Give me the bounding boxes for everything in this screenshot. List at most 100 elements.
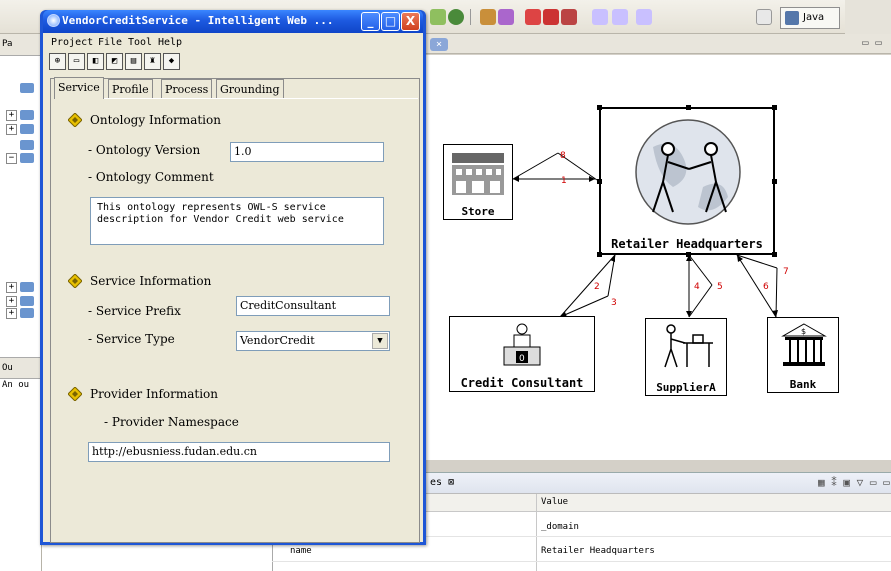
tree-folder-icon <box>20 83 34 93</box>
selection-handle[interactable] <box>772 105 777 110</box>
tree-expand-icon[interactable]: + <box>6 282 17 293</box>
window-title: VendorCreditService - Intelligent Web ..… <box>62 14 334 27</box>
edge-label: 3 <box>611 298 617 308</box>
run-icon[interactable] <box>448 9 464 25</box>
retailer-headquarters-node[interactable]: Retailer Headquarters <box>597 105 777 257</box>
edge-label: 1 <box>561 176 567 186</box>
selection-handle[interactable] <box>772 179 777 184</box>
service-type-label: - Service Type <box>88 332 175 346</box>
provider-section-title: Provider Information <box>90 387 219 401</box>
debug2-icon[interactable] <box>543 9 559 25</box>
store-node[interactable]: Store <box>443 144 513 220</box>
ontology-version-input[interactable]: 1.0 <box>230 142 384 162</box>
java-perspective-button[interactable]: Java <box>780 7 840 29</box>
open-folder-icon[interactable] <box>480 9 496 25</box>
service-type-select[interactable]: VendorCredit <box>236 331 390 351</box>
selection-handle[interactable] <box>597 179 602 184</box>
package-explorer-tab-label: Pa <box>2 39 13 49</box>
save-icon[interactable]: ◧ <box>87 53 104 70</box>
app-icon[interactable] <box>47 14 60 27</box>
open-perspective-icon[interactable] <box>756 9 772 25</box>
editor-minimize-maximize-icon[interactable]: ▭ ▭ <box>862 36 882 49</box>
selection-handle[interactable] <box>686 105 691 110</box>
tree-folder-icon <box>20 140 34 150</box>
selection-handle[interactable] <box>597 252 602 257</box>
edge-label: 6 <box>763 282 769 292</box>
tree-expand-icon[interactable]: + <box>6 296 17 307</box>
selection-handle[interactable] <box>597 105 602 110</box>
menu-file[interactable]: File <box>98 37 122 48</box>
selection-handle[interactable] <box>772 252 777 257</box>
edge-label: 5 <box>717 282 723 292</box>
print-icon[interactable]: ▤ <box>125 53 142 70</box>
publish-icon[interactable]: ◆ <box>163 53 180 70</box>
menu-help[interactable]: Help <box>158 37 182 48</box>
open-folder-icon[interactable]: ▭ <box>68 53 85 70</box>
minimize-button[interactable]: _ <box>361 12 380 31</box>
selection-handle[interactable] <box>686 252 691 257</box>
new-project-icon[interactable]: ⊕ <box>49 53 66 70</box>
provider-namespace-label: - Provider Namespace <box>104 415 239 429</box>
new-type-icon[interactable] <box>430 9 446 25</box>
editor-tab-bar <box>425 34 891 54</box>
outline-text: An ou <box>2 380 30 390</box>
edge-label: 7 <box>783 267 789 277</box>
edge-label: 4 <box>694 282 700 292</box>
properties-tab-label: es <box>430 477 443 488</box>
prev-icon[interactable] <box>612 9 628 25</box>
property-value: _domain <box>541 522 579 532</box>
provider-namespace-input[interactable]: http://ebusniess.fudan.edu.cn <box>88 442 390 462</box>
maximize-button[interactable]: □ <box>381 12 400 31</box>
tab-profile[interactable]: Profile <box>108 79 153 98</box>
service-type-value: VendorCredit <box>240 334 315 347</box>
tree-collapse-icon[interactable]: − <box>6 153 17 164</box>
menu-project[interactable]: Project <box>51 37 93 48</box>
tree-folder-icon <box>20 153 34 163</box>
tab-process[interactable]: Process <box>161 79 213 98</box>
chevron-down-icon[interactable]: ▼ <box>372 333 388 349</box>
edge-label: 8 <box>560 151 566 161</box>
ontology-comment-textarea[interactable]: This ontology represents OWL-S service d… <box>90 197 384 245</box>
tree-folder-icon <box>20 124 34 134</box>
editor-tab-close-icon[interactable]: × <box>430 38 448 51</box>
bank-node[interactable]: $ Bank <box>767 317 839 393</box>
next-icon[interactable] <box>636 9 652 25</box>
retailer-headquarters-label: Retailer Headquarters <box>611 237 763 251</box>
service-prefix-label: - Service Prefix <box>88 304 181 318</box>
tree-expand-icon[interactable]: + <box>6 124 17 135</box>
debug3-icon[interactable] <box>561 9 577 25</box>
tree-expand-icon[interactable]: + <box>6 308 17 319</box>
store-label: Store <box>461 205 495 218</box>
supplier-a-label: SupplierA <box>656 381 716 394</box>
diamond-icon <box>68 113 82 127</box>
tab-grounding[interactable]: Grounding <box>216 79 284 98</box>
pen-icon[interactable] <box>498 9 514 25</box>
diamond-icon <box>68 387 82 401</box>
worker-bench-icon <box>664 324 713 368</box>
credit-consultant-label: Credit Consultant <box>460 376 584 390</box>
tree-folder-icon <box>20 282 34 292</box>
credit-consultant-node[interactable]: 0 Credit Consultant <box>449 316 595 392</box>
menu-tool[interactable]: Tool <box>128 37 152 48</box>
ontology-version-label: - Ontology Version <box>88 143 201 157</box>
tab-service[interactable]: Service <box>54 77 104 99</box>
arrowhead <box>610 255 615 262</box>
lower-left-panel <box>42 545 272 571</box>
outline-tab[interactable]: Ou <box>0 357 42 379</box>
properties-toolbar-icons[interactable]: ▦ ⁑ ▣ ▽ ▭ ▭ <box>818 476 890 489</box>
tree-folder-icon <box>20 110 34 120</box>
validate-icon[interactable]: ♜ <box>144 53 161 70</box>
close-button[interactable]: X <box>401 12 420 31</box>
diamond-icon <box>68 274 82 288</box>
debug-icon[interactable] <box>525 9 541 25</box>
export-icon[interactable]: ◩ <box>106 53 123 70</box>
ontology-section-title: Ontology Information <box>90 113 221 127</box>
supplier-a-node[interactable]: SupplierA <box>645 318 727 396</box>
bank-label: Bank <box>789 378 817 391</box>
service-prefix-input[interactable]: CreditConsultant <box>236 296 390 316</box>
package-explorer-tab[interactable]: Pa <box>0 34 42 56</box>
properties-tab[interactable]: es ⊠ <box>430 477 454 488</box>
back-icon[interactable] <box>592 9 608 25</box>
tree-expand-icon[interactable]: + <box>6 110 17 121</box>
property-value: Retailer Headquarters <box>541 546 655 556</box>
